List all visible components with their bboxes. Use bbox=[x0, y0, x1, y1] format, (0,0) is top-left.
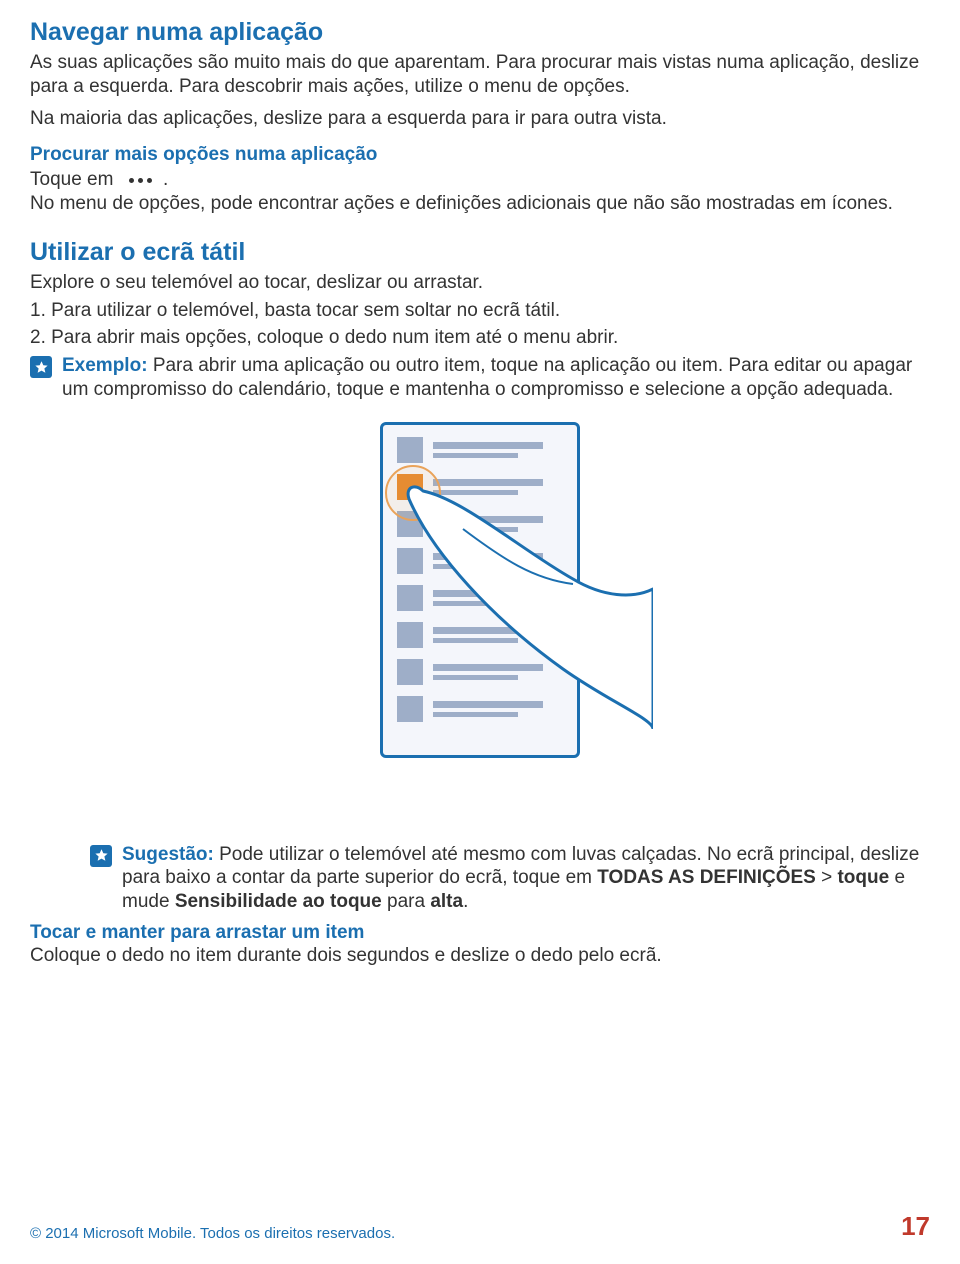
tip-block: Sugestão: Pode utilizar o telemóvel até … bbox=[90, 843, 930, 914]
subhead-procurar: Procurar mais opções numa aplicação bbox=[30, 144, 930, 166]
tip-bold2: toque bbox=[837, 867, 889, 888]
tip-bold4: alta bbox=[430, 891, 463, 912]
heading-navegar: Navegar numa aplicação bbox=[30, 18, 930, 47]
star-icon bbox=[30, 356, 52, 378]
heading-drag: Tocar e manter para arrastar um item bbox=[30, 922, 930, 944]
options-note: No menu de opções, pode encontrar ações … bbox=[30, 192, 930, 216]
drag-body: Coloque o dedo no item durante dois segu… bbox=[30, 944, 930, 968]
toque-line: Toque em . bbox=[30, 168, 930, 192]
tip-label: Sugestão: bbox=[122, 844, 219, 865]
page-footer: © 2014 Microsoft Mobile. Todos os direit… bbox=[30, 1211, 930, 1242]
phone-illustration bbox=[380, 422, 580, 758]
copyright: © 2014 Microsoft Mobile. Todos os direit… bbox=[30, 1225, 395, 1242]
example-text: Para abrir uma aplicação ou outro item, … bbox=[62, 355, 912, 400]
example-label: Exemplo: bbox=[62, 355, 153, 376]
example-block: Exemplo: Para abrir uma aplicação ou out… bbox=[30, 354, 930, 402]
heading-ecra-tatil: Utilizar o ecrã tátil bbox=[30, 238, 930, 267]
tip-bold3: Sensibilidade ao toque bbox=[175, 891, 382, 912]
step-2: 2. Para abrir mais opções, coloque o ded… bbox=[30, 326, 930, 350]
hand-icon bbox=[403, 469, 653, 729]
tip-bold1: TODAS AS DEFINIÇÕES bbox=[597, 867, 816, 888]
tip-part3: para bbox=[382, 891, 431, 912]
star-icon bbox=[90, 845, 112, 867]
toque-suffix: . bbox=[163, 169, 168, 190]
more-options-icon bbox=[127, 166, 154, 190]
toque-prefix: Toque em bbox=[30, 169, 119, 190]
maj-line: Na maioria das aplicações, deslize para … bbox=[30, 107, 930, 131]
tip-gt: > bbox=[816, 867, 838, 888]
tip-dot: . bbox=[463, 891, 468, 912]
step-1: 1. Para utilizar o telemóvel, basta toca… bbox=[30, 299, 930, 323]
list-item bbox=[397, 437, 563, 463]
intro-navegar: As suas aplicações são muito mais do que… bbox=[30, 51, 930, 99]
figure-touch bbox=[30, 422, 930, 758]
page-number: 17 bbox=[901, 1211, 930, 1242]
intro-ecra: Explore o seu telemóvel ao tocar, desliz… bbox=[30, 271, 930, 295]
